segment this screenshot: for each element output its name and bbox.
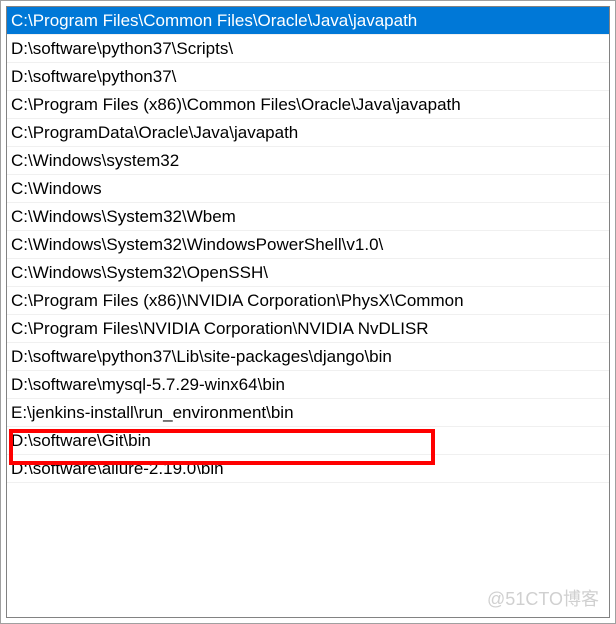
watermark-text: @51CTO博客 xyxy=(487,585,599,611)
list-item[interactable]: C:\Windows\System32\WindowsPowerShell\v1… xyxy=(7,231,609,259)
list-item[interactable]: C:\Program Files (x86)\NVIDIA Corporatio… xyxy=(7,287,609,315)
list-item[interactable]: C:\ProgramData\Oracle\Java\javapath xyxy=(7,119,609,147)
path-text: C:\Windows\System32\WindowsPowerShell\v1… xyxy=(11,235,383,254)
path-text: D:\software\allure-2.19.0\bin xyxy=(11,459,224,478)
path-text: E:\jenkins-install\run_environment\bin xyxy=(11,403,294,422)
list-item[interactable]: D:\software\mysql-5.7.29-winx64\bin xyxy=(7,371,609,399)
list-item[interactable]: C:\Program Files\NVIDIA Corporation\NVID… xyxy=(7,315,609,343)
path-text: C:\Windows\system32 xyxy=(11,151,179,170)
path-listbox[interactable]: C:\Program Files\Common Files\Oracle\Jav… xyxy=(6,6,610,618)
list-item[interactable]: C:\Windows xyxy=(7,175,609,203)
path-text: C:\ProgramData\Oracle\Java\javapath xyxy=(11,123,298,142)
path-text: C:\Program Files (x86)\NVIDIA Corporatio… xyxy=(11,291,464,310)
path-text: C:\Windows xyxy=(11,179,102,198)
list-item[interactable]: C:\Windows\System32\Wbem xyxy=(7,203,609,231)
list-item[interactable]: D:\software\allure-2.19.0\bin xyxy=(7,455,609,483)
path-text: D:\software\python37\Lib\site-packages\d… xyxy=(11,347,392,366)
list-item[interactable]: C:\Program Files (x86)\Common Files\Orac… xyxy=(7,91,609,119)
path-text: D:\software\python37\ xyxy=(11,67,176,86)
path-text: C:\Windows\System32\Wbem xyxy=(11,207,236,226)
path-text: C:\Program Files\Common Files\Oracle\Jav… xyxy=(11,11,417,30)
path-text: D:\software\mysql-5.7.29-winx64\bin xyxy=(11,375,285,394)
path-text: D:\software\python37\Scripts\ xyxy=(11,39,233,58)
path-text: D:\software\Git\bin xyxy=(11,431,151,450)
list-item[interactable]: D:\software\python37\ xyxy=(7,63,609,91)
list-item[interactable]: D:\software\Git\bin xyxy=(7,427,609,455)
list-item[interactable]: C:\Windows\system32 xyxy=(7,147,609,175)
list-item[interactable]: C:\Program Files\Common Files\Oracle\Jav… xyxy=(7,7,609,35)
path-text: C:\Program Files (x86)\Common Files\Orac… xyxy=(11,95,461,114)
path-text: C:\Windows\System32\OpenSSH\ xyxy=(11,263,268,282)
list-item[interactable]: C:\Windows\System32\OpenSSH\ xyxy=(7,259,609,287)
list-item[interactable]: D:\software\python37\Scripts\ xyxy=(7,35,609,63)
path-text: C:\Program Files\NVIDIA Corporation\NVID… xyxy=(11,319,429,338)
list-item[interactable]: E:\jenkins-install\run_environment\bin xyxy=(7,399,609,427)
list-item[interactable]: D:\software\python37\Lib\site-packages\d… xyxy=(7,343,609,371)
